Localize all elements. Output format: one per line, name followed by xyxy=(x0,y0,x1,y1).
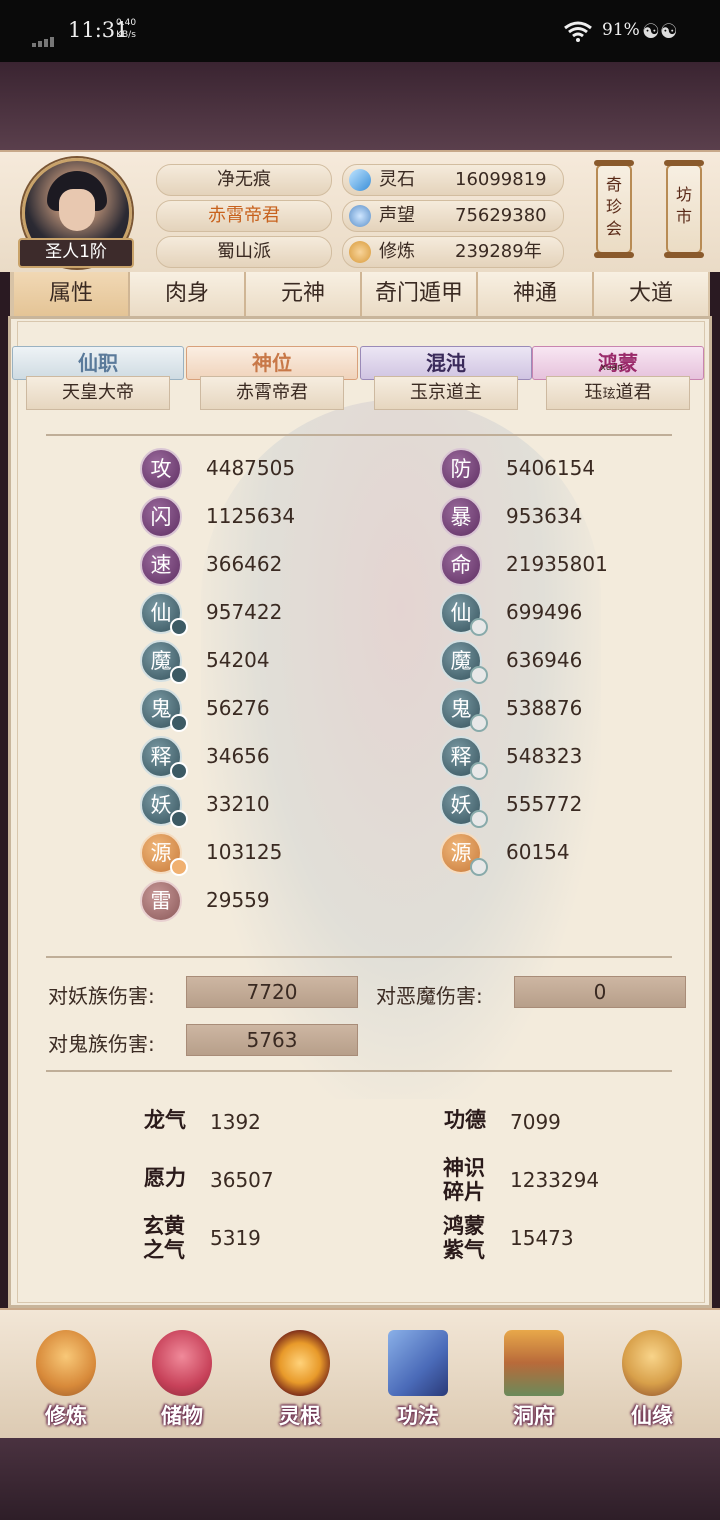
damage-vs-evil-value: 0 xyxy=(514,976,686,1008)
defense-type-icon xyxy=(470,714,488,732)
attack-type-icon xyxy=(170,666,188,684)
defense-type-icon xyxy=(470,666,488,684)
tab-powers[interactable]: 神通 xyxy=(478,272,594,316)
cultivate-icon xyxy=(36,1330,96,1396)
signal-icon xyxy=(32,28,56,47)
nav-storage[interactable]: 储物 xyxy=(134,1318,230,1428)
divider xyxy=(46,956,672,958)
tab-bar: 属性 肉身 元神 奇门遁甲 神通 大道 xyxy=(10,272,710,316)
defense-type-icon xyxy=(470,810,488,828)
attributes-panel xyxy=(8,316,712,1308)
title-divine-rank[interactable]: 神位 赤霄帝君 xyxy=(186,346,358,410)
nav-cave-dwelling[interactable]: 洞府 xyxy=(486,1318,582,1428)
treasure-pavilion-button[interactable]: 奇珍会 xyxy=(594,160,634,258)
immortal-fate-icon xyxy=(622,1330,682,1396)
tab-dao[interactable]: 大道 xyxy=(594,272,708,316)
attack-type-icon xyxy=(170,810,188,828)
status-bar: 11:31 0.40 KB/s 91% ☯☯ xyxy=(0,0,720,62)
technique-book-icon xyxy=(388,1330,448,1396)
net-speed: 0.40 KB/s xyxy=(116,18,137,40)
meditation-icon xyxy=(349,241,371,263)
attack-type-icon xyxy=(170,618,188,636)
damage-vs-ghost-label: 对鬼族伤害: xyxy=(48,1032,155,1056)
yin-yang-icon: ☯☯ xyxy=(642,19,678,43)
attack-type-icon xyxy=(170,762,188,780)
prestige-icon xyxy=(349,205,371,227)
damage-vs-ghost-value: 5763 xyxy=(186,1024,358,1056)
divider xyxy=(46,1070,672,1072)
defense-type-icon xyxy=(470,618,488,636)
tab-qimen[interactable]: 奇门遁甲 xyxy=(362,272,478,316)
damage-vs-yao-label: 对妖族伤害: xyxy=(48,984,155,1008)
nav-cultivate[interactable]: 修炼 xyxy=(18,1318,114,1428)
spirit-stone-icon xyxy=(349,169,371,191)
resource-spirit-stone: 灵石 16099819 xyxy=(342,164,564,196)
defense-type-icon xyxy=(470,762,488,780)
player-sect[interactable]: 蜀山派 xyxy=(156,236,332,268)
storage-bag-icon xyxy=(152,1330,212,1396)
resource-cultivation: 修炼 239289年 xyxy=(342,236,564,268)
damage-vs-evil-label: 对恶魔伤害: xyxy=(376,984,483,1008)
player-title[interactable]: 赤霄帝君 xyxy=(156,200,332,232)
spirit-root-icon xyxy=(270,1330,330,1396)
cave-dwelling-icon xyxy=(504,1330,564,1396)
resource-prestige: 声望 75629380 xyxy=(342,200,564,232)
bottom-decor xyxy=(0,1438,720,1520)
tab-body[interactable]: 肉身 xyxy=(130,272,246,316)
nav-spirit-root[interactable]: 灵根 xyxy=(252,1318,348,1428)
battery-level: 91% xyxy=(602,20,640,40)
tab-attributes[interactable]: 属性 xyxy=(14,272,130,316)
tab-spirit[interactable]: 元神 xyxy=(246,272,362,316)
player-rank: 圣人1阶 xyxy=(18,238,134,268)
player-name: 净无痕 xyxy=(156,164,332,196)
divider xyxy=(46,434,672,436)
top-decor xyxy=(0,62,720,150)
attack-type-icon xyxy=(170,858,188,876)
wifi-icon xyxy=(564,21,592,42)
market-button[interactable]: 坊市 xyxy=(664,160,704,258)
nav-technique[interactable]: 功法 xyxy=(370,1318,466,1428)
defense-type-icon xyxy=(470,858,488,876)
damage-vs-yao-value: 7720 xyxy=(186,976,358,1008)
nav-immortal-fate[interactable]: 仙缘 xyxy=(604,1318,700,1428)
attack-type-icon xyxy=(170,714,188,732)
title-hongmeng[interactable]: 鸿蒙 珏 xuán 玹道君 xyxy=(532,346,704,410)
title-immortal-post[interactable]: 仙职 天皇大帝 xyxy=(12,346,184,410)
title-chaos[interactable]: 混沌 玉京道主 xyxy=(360,346,532,410)
